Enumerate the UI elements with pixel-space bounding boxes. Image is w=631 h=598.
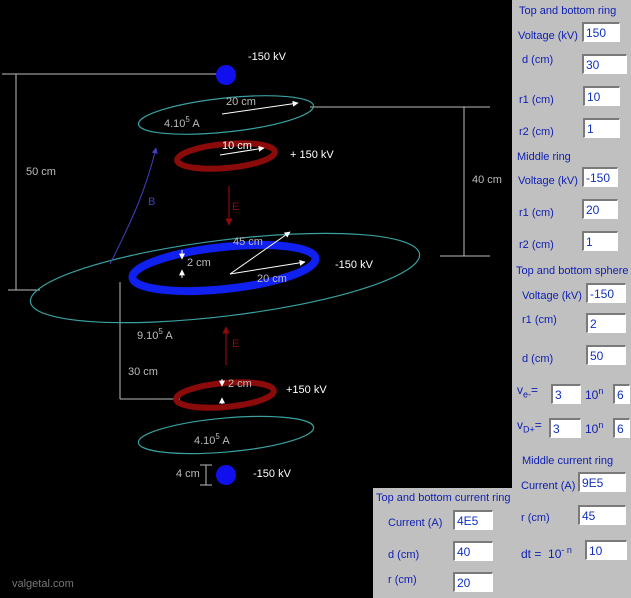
middle-r1-label: r1 (cm) — [519, 207, 554, 219]
dim-50cm: 50 cm — [26, 166, 56, 178]
dim-2cm-mid: 2 cm — [187, 257, 211, 269]
middle-r-label: r (cm) — [521, 512, 550, 524]
middle-ring — [128, 241, 320, 295]
sphere-voltage-input[interactable] — [586, 283, 626, 303]
bottom-ring-voltage: +150 kV — [286, 384, 327, 396]
bottom-sphere — [216, 465, 236, 485]
dim-30cm: 30 cm — [128, 366, 158, 378]
middle-r2-label: r2 (cm) — [519, 239, 554, 251]
sphere-voltage-label: Voltage (kV) — [522, 290, 582, 302]
ve-ten-label: 10n — [585, 386, 604, 402]
middle-voltage-label: Voltage (kV) — [518, 175, 578, 187]
current-middle-label: 9.105 A — [137, 327, 173, 342]
top-bottom-ring-title: Top and bottom ring — [519, 5, 617, 17]
b-field-label: B — [148, 196, 155, 208]
middle-r2-input[interactable] — [582, 231, 618, 251]
ring-d-label: d (cm) — [522, 54, 554, 66]
middle-r1-input[interactable] — [582, 199, 618, 219]
ring-d-input[interactable] — [582, 54, 627, 74]
middle-r-input[interactable] — [578, 505, 626, 525]
dim-45cm: 45 cm — [233, 236, 263, 248]
ring-r1-label: r1 (cm) — [519, 94, 554, 106]
ring-r1-input[interactable] — [583, 86, 620, 106]
footer-watermark: valgetal.com — [12, 578, 74, 590]
bottom-ring — [173, 379, 277, 411]
dim-40cm: 40 cm — [472, 174, 502, 186]
current-ring-r-input[interactable] — [453, 572, 493, 592]
vd-value-input[interactable] — [549, 418, 581, 438]
ring-voltage-input[interactable] — [582, 22, 620, 42]
dt-input[interactable] — [585, 540, 627, 560]
sphere-r1-label: r1 (cm) — [522, 314, 557, 326]
sphere-title: Top and bottom sphere — [516, 265, 629, 277]
vd-exp-input[interactable] — [613, 418, 630, 438]
ring-r2-input[interactable] — [583, 118, 620, 138]
dim-2cm-bottom: 2 cm — [228, 378, 252, 390]
current-ring-current-label: Current (A) — [388, 517, 443, 529]
sphere-d-input[interactable] — [586, 345, 626, 365]
current-ring-current-input[interactable] — [453, 510, 493, 530]
dt-label: dt = 10- n — [521, 545, 572, 561]
middle-current-ring — [29, 232, 421, 324]
current-top-label: 4.105 A — [164, 115, 200, 130]
ring-r2-label: r2 (cm) — [519, 126, 554, 138]
middle-current-input[interactable] — [578, 472, 626, 492]
top-sphere — [216, 65, 236, 85]
ve-exp-input[interactable] — [613, 384, 630, 404]
dimension-lines — [2, 73, 490, 486]
e-field-label-bottom: E — [232, 338, 239, 350]
current-ring-r-label: r (cm) — [388, 574, 417, 586]
dim-4cm: 4 cm — [176, 468, 200, 480]
middle-voltage-input[interactable] — [582, 167, 618, 187]
dim-20cm-mid: 20 cm — [257, 273, 287, 285]
dim-10cm: 10 cm — [222, 140, 252, 152]
middle-current-title: Middle current ring — [522, 455, 614, 467]
current-ring-d-input[interactable] — [453, 541, 493, 561]
bottom-sphere-voltage: -150 kV — [253, 468, 292, 480]
top-ring-voltage: + 150 kV — [290, 149, 334, 161]
middle-ring-title: Middle ring — [517, 151, 571, 163]
vd-ten-label: 10n — [585, 420, 604, 436]
current-ring-d-label: d (cm) — [388, 549, 420, 561]
sphere-r1-input[interactable] — [586, 313, 626, 333]
dim-20cm-top: 20 cm — [226, 96, 256, 108]
sphere-d-label: d (cm) — [522, 353, 554, 365]
ve-label: ve-= — [517, 383, 539, 400]
top-sphere-voltage: -150 kV — [248, 51, 287, 63]
ring-voltage-label: Voltage (kV) — [518, 30, 578, 42]
current-ring-title: Top and bottom current ring — [376, 492, 511, 504]
current-bottom-label: 4.105 A — [194, 432, 230, 447]
middle-current-label: Current (A) — [521, 480, 576, 492]
middle-ring-voltage: -150 kV — [335, 259, 374, 271]
vd-label: vD+= — [517, 418, 542, 435]
ve-value-input[interactable] — [551, 384, 581, 404]
e-field-label-top: E — [232, 201, 239, 213]
